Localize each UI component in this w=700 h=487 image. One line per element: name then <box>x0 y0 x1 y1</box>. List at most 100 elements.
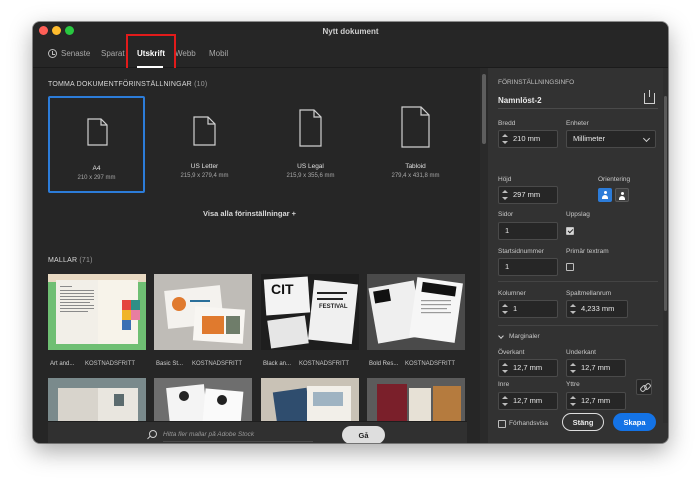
tab-saved[interactable]: Sparat <box>101 49 125 58</box>
preset-us-legal[interactable]: US Legal 215,9 x 355,6 mm <box>262 96 359 193</box>
chevron-down-icon <box>642 134 651 143</box>
divider <box>498 325 658 326</box>
template-thumbnail-black[interactable]: CIT FESTIVAL <box>261 274 359 350</box>
template-thumbnail-row2-1[interactable] <box>48 378 146 424</box>
landscape-icon <box>619 192 625 200</box>
facing-pages-checkbox[interactable] <box>566 227 574 235</box>
document-name-field[interactable]: Namnlöst-2 <box>498 93 658 109</box>
gutter-label: Spaltmellanrum <box>566 290 612 297</box>
stepper-icon[interactable] <box>502 396 508 406</box>
primary-text-frame-checkbox[interactable] <box>566 263 574 271</box>
bottom-margin-label: Underkant <box>566 349 596 356</box>
preset-size: 210 x 297 mm <box>77 175 116 181</box>
search-icon <box>149 430 157 438</box>
preset-name: A4 <box>92 165 101 172</box>
close-button[interactable]: Stäng <box>562 413 604 431</box>
preview-checkbox[interactable] <box>498 420 506 428</box>
columns-field[interactable]: 1 <box>498 300 558 318</box>
margins-label[interactable]: Marginaler <box>509 333 540 340</box>
minimize-window-button[interactable] <box>52 26 61 35</box>
height-label: Höjd <box>498 176 512 183</box>
template-thumbnail-bold[interactable] <box>367 274 465 350</box>
preset-details-panel: FÖRINSTÄLLNINGSINFO Namnlöst-2 Bredd 210… <box>488 68 668 443</box>
template-thumbnail-row2-2[interactable] <box>154 378 252 424</box>
orientation-label: Orientering <box>598 176 631 183</box>
template-preview-image <box>367 274 465 350</box>
preset-a4[interactable]: A4 210 x 297 mm <box>48 96 145 193</box>
document-icon <box>299 109 322 147</box>
units-label: Enheter <box>566 120 589 127</box>
create-button[interactable]: Skapa <box>613 413 656 431</box>
stepper-icon[interactable] <box>502 134 508 144</box>
inside-margin-field[interactable]: 12,7 mm <box>498 392 558 410</box>
template-thumbnail-row2-3[interactable] <box>261 378 359 424</box>
pages-field[interactable]: 1 <box>498 222 558 240</box>
start-page-label: Startsidnummer <box>498 248 544 255</box>
tab-print[interactable]: Utskrift <box>137 49 165 58</box>
template-thumbnail-row2-4[interactable] <box>367 378 465 424</box>
stepper-icon[interactable] <box>570 363 576 373</box>
template-thumbnail-art[interactable] <box>48 274 146 350</box>
portrait-orientation-button[interactable] <box>598 188 612 202</box>
stepper-icon[interactable] <box>502 304 508 314</box>
template-thumbnail-basic[interactable] <box>154 274 252 350</box>
template-preview-image <box>154 378 252 424</box>
new-document-dialog: Nytt dokument Senaste Sparat Utskrift We… <box>33 22 668 443</box>
preset-size: 215,9 x 355,6 mm <box>286 173 335 179</box>
preset-tabloid[interactable]: Tabloid 279,4 x 431,8 mm <box>367 96 464 193</box>
divider <box>498 281 658 282</box>
stepper-icon[interactable] <box>570 396 576 406</box>
pages-label: Sidor <box>498 211 514 218</box>
preset-name: US Letter <box>190 163 219 170</box>
template-free-badge: KOSTNADSFRITT <box>192 361 243 367</box>
template-free-badge: KOSTNADSFRITT <box>299 361 350 367</box>
template-preview-image <box>154 274 252 350</box>
template-preview-image <box>367 378 465 424</box>
portrait-icon <box>602 191 608 199</box>
window-title: Nytt dokument <box>322 26 379 36</box>
top-margin-field[interactable]: 12,7 mm <box>498 359 558 377</box>
link-margins-icon[interactable] <box>636 379 652 395</box>
preset-us-letter[interactable]: US Letter 215,9 x 279,4 mm <box>156 96 253 193</box>
outside-margin-field[interactable]: 12,7 mm <box>566 392 626 410</box>
save-preset-icon[interactable] <box>644 90 655 104</box>
height-field[interactable]: 297 mm <box>498 186 558 204</box>
template-preview-image <box>48 274 146 350</box>
stock-search-input[interactable] <box>163 428 313 442</box>
columns-label: Kolumner <box>498 290 526 297</box>
thumbnail-text-festival: FESTIVAL <box>319 304 348 310</box>
preset-size: 279,4 x 431,8 mm <box>391 173 440 179</box>
document-icon <box>401 106 430 148</box>
stepper-icon[interactable] <box>502 190 508 200</box>
units-select[interactable]: Millimeter <box>566 130 656 148</box>
tab-mobile[interactable]: Mobil <box>209 49 228 58</box>
bottom-margin-field[interactable]: 12,7 mm <box>566 359 626 377</box>
presets-heading: TOMMA DOKUMENTFÖRINSTÄLLNINGAR (10) <box>48 81 208 88</box>
top-margin-label: Överkant <box>498 349 525 356</box>
preview-label: Förhandsvisa <box>509 420 549 427</box>
stepper-icon[interactable] <box>502 363 508 373</box>
details-scrollbar[interactable] <box>663 68 668 423</box>
tab-web[interactable]: Webb <box>175 49 196 58</box>
gutter-field[interactable]: 4,233 mm <box>566 300 628 318</box>
stepper-icon[interactable] <box>570 304 576 314</box>
template-preview-image: CIT FESTIVAL <box>261 274 359 350</box>
maximize-window-button[interactable] <box>65 26 74 35</box>
document-icon <box>193 116 216 146</box>
template-name: Black an... <box>263 361 292 367</box>
close-window-button[interactable] <box>39 26 48 35</box>
category-tabs: Senaste Sparat Utskrift Webb Mobil <box>33 40 668 68</box>
outside-margin-label: Yttre <box>566 381 580 388</box>
preset-browser-scrollbar[interactable] <box>480 68 488 443</box>
landscape-orientation-button[interactable] <box>615 188 629 202</box>
width-field[interactable]: 210 mm <box>498 130 558 148</box>
start-page-field[interactable]: 1 <box>498 258 558 276</box>
go-button[interactable]: Gå <box>342 426 385 443</box>
template-free-badge: KOSTNADSFRITT <box>405 361 456 367</box>
show-all-presets-link[interactable]: Visa alla förinställningar + <box>203 209 296 218</box>
scrollbar-thumb[interactable] <box>664 96 667 311</box>
chevron-down-icon[interactable] <box>498 333 504 339</box>
scrollbar-thumb[interactable] <box>482 74 486 144</box>
tab-recent[interactable]: Senaste <box>61 49 90 58</box>
stock-search-bar: Gå <box>48 421 467 443</box>
